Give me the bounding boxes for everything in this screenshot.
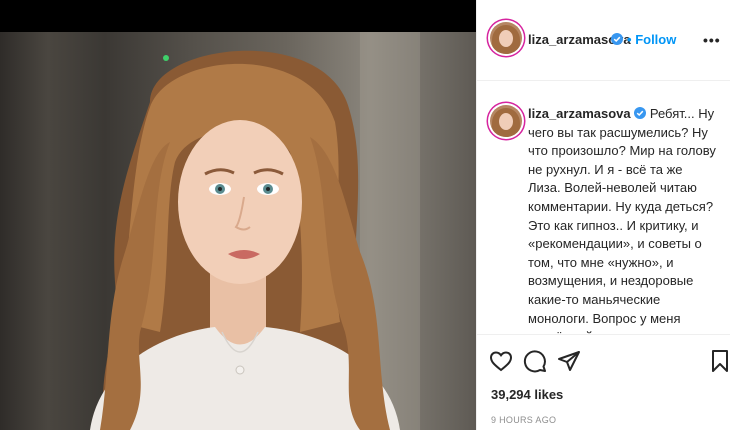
verified-badge-icon: [611, 33, 623, 45]
heart-icon[interactable]: [489, 349, 513, 373]
author-avatar[interactable]: [490, 22, 522, 54]
post-photo[interactable]: [0, 32, 476, 430]
portrait-image: [90, 32, 420, 430]
post-header: liza_arzamasova • Follow •••: [477, 0, 730, 81]
post-actions: 39,294 likes 9 HOURS AGO: [477, 334, 730, 431]
bookmark-icon[interactable]: [711, 349, 729, 373]
likes-count[interactable]: 39,294 likes: [491, 387, 563, 402]
top-black-bar: [0, 0, 476, 32]
paper-plane-icon[interactable]: [557, 349, 581, 373]
post-details-panel: liza_arzamasova • Follow ••• liza_arzama…: [476, 0, 730, 430]
follow-button[interactable]: • Follow: [627, 32, 676, 47]
comments-area[interactable]: liza_arzamasova Ребят... Ну чего вы так …: [477, 81, 730, 334]
post-timestamp[interactable]: 9 HOURS AGO: [491, 415, 556, 425]
caption-username[interactable]: liza_arzamasova: [528, 106, 631, 121]
more-options-icon[interactable]: •••: [703, 32, 721, 48]
caption-avatar[interactable]: [490, 105, 522, 137]
caption-text: Ребят... Ну чего вы так расшумелись? Ну …: [528, 106, 716, 334]
follow-label: Follow: [635, 32, 677, 47]
caption-verified-badge-icon: [634, 107, 647, 119]
separator-dot: •: [627, 32, 632, 47]
comment-icon[interactable]: [523, 349, 547, 373]
post-caption: liza_arzamasova Ребят... Ну чего вы так …: [528, 105, 718, 334]
